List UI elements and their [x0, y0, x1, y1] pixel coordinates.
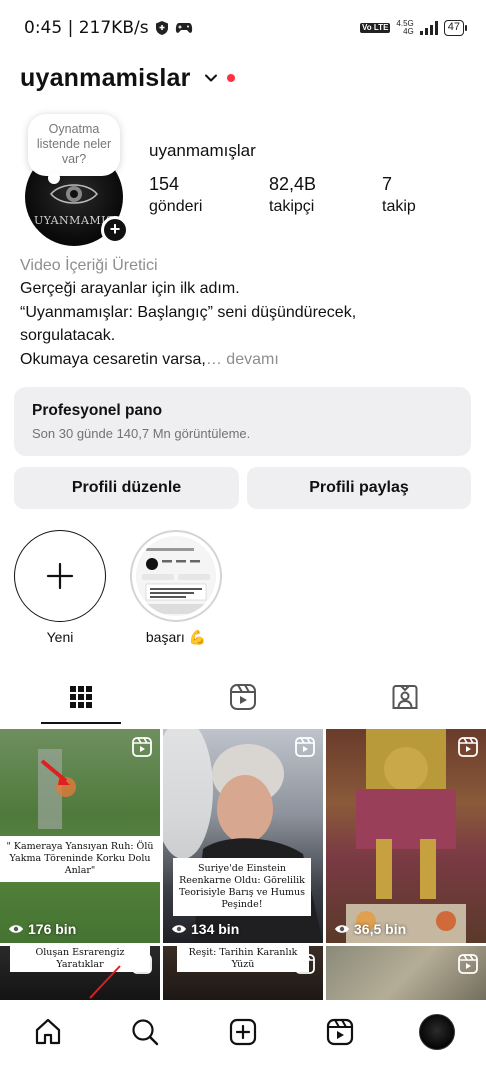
tab-reels[interactable] — [162, 670, 324, 724]
tab-posts-grid[interactable] — [0, 670, 162, 724]
shield-icon — [155, 21, 168, 35]
display-name: uyanmamışlar — [149, 141, 256, 160]
highlight-label: başarı 💪 — [145, 629, 207, 645]
grid-icon — [70, 686, 92, 708]
nav-home[interactable] — [30, 1014, 66, 1050]
edit-profile-button[interactable]: Profili düzenle — [14, 467, 239, 509]
post-thumbnail[interactable]: Suriye'de Einstein Reenkarne Oldu: Görel… — [163, 729, 323, 943]
add-story-icon[interactable]: + — [101, 216, 129, 244]
reels-icon — [132, 737, 152, 757]
chevron-down-icon[interactable] — [203, 70, 219, 86]
post-caption: Suriye'de Einstein Reenkarne Oldu: Görel… — [173, 858, 311, 916]
status-time: 0:45 | 217KB/s — [24, 18, 149, 38]
post-thumbnail[interactable]: Reşit: Tarihin Karanlık Yüzü — [163, 946, 323, 1000]
nav-reels[interactable] — [322, 1014, 358, 1050]
note-bubble[interactable]: Oynatma listende neler var? — [28, 114, 120, 184]
eye-icon — [335, 925, 349, 933]
posts-grid: " Kameraya Yansıyan Ruh: Ölü Yakma Tören… — [0, 729, 486, 1000]
bottom-navigation — [0, 1000, 486, 1062]
profile-bio: Video İçeriği Üretici Gerçeği arayanlar … — [20, 254, 468, 371]
status-bar: 0:45 | 217KB/s Vo LTE 4.5G 4G 47 — [0, 0, 486, 56]
bio-line: Gerçeği arayanlar için ilk adım. — [20, 280, 240, 297]
search-icon — [132, 1019, 159, 1046]
post-thumbnail[interactable]: 36,5 bin — [326, 729, 486, 943]
reels-icon — [295, 737, 315, 757]
stat-posts[interactable]: 154 gönderi — [149, 174, 202, 216]
create-icon — [229, 1018, 257, 1046]
reels-icon — [458, 737, 478, 757]
profile-tabs — [0, 670, 486, 726]
nav-search[interactable] — [127, 1014, 163, 1050]
post-thumbnail[interactable] — [326, 946, 486, 1000]
post-thumbnail[interactable]: " Kameraya Yansıyan Ruh: Ölü Yakma Tören… — [0, 729, 160, 943]
eye-logo-icon — [50, 184, 98, 204]
notification-dot — [226, 74, 235, 82]
tagged-icon — [392, 685, 418, 709]
network-type: 4.5G 4G — [396, 19, 414, 36]
nav-create[interactable] — [225, 1014, 261, 1050]
post-caption: Reşit: Tarihin Karanlık Yüzü — [177, 946, 309, 972]
gamepad-icon — [175, 23, 192, 33]
reels-icon — [326, 1018, 354, 1046]
post-thumbnail[interactable]: Oluşan Esrarengiz Yaratıklar — [0, 946, 160, 1000]
highlight-label: Yeni — [46, 629, 74, 645]
eye-icon — [9, 925, 23, 933]
account-switcher[interactable]: uyanmamislar — [20, 64, 191, 93]
highlight-new[interactable]: Yeni — [13, 530, 107, 645]
battery-indicator: 47 — [443, 20, 468, 36]
profile-stats: 154 gönderi 82,4B takipçi 7 takip — [149, 174, 469, 226]
post-views: 36,5 bin — [334, 921, 406, 937]
share-profile-button[interactable]: Profili paylaş — [247, 467, 471, 509]
highlight-success[interactable]: başarı 💪 — [129, 530, 223, 646]
post-views: 176 bin — [8, 921, 76, 937]
profile-avatar — [419, 1014, 455, 1050]
nav-profile[interactable] — [419, 1014, 455, 1050]
profile-category: Video İçeriği Üretici — [20, 257, 158, 274]
bio-line: “Uyanmamışlar: Başlangıç” seni düşündüre… — [20, 303, 357, 321]
story-thumbnail — [136, 536, 216, 616]
bio-line: Okumaya cesaretin varsa,… devamı — [20, 350, 279, 368]
plus-icon — [46, 562, 73, 589]
dashboard-subtitle: Son 30 günde 140,7 Mn görüntüleme. — [32, 426, 251, 441]
reels-icon — [132, 954, 152, 974]
post-caption: " Kameraya Yansıyan Ruh: Ölü Yakma Tören… — [0, 836, 160, 882]
volte-badge: Vo LTE — [360, 23, 391, 33]
reels-icon — [295, 954, 315, 974]
profile-header: uyanmamislar — [20, 58, 466, 98]
professional-dashboard[interactable]: Profesyonel pano Son 30 günde 140,7 Mn g… — [14, 387, 471, 456]
bio-more-link[interactable]: … devamı — [206, 351, 279, 368]
stat-followers[interactable]: 82,4B takipçi — [269, 174, 316, 216]
post-views: 134 bin — [171, 921, 239, 937]
reels-icon — [458, 954, 478, 974]
reels-icon — [230, 684, 256, 710]
eye-icon — [172, 925, 186, 933]
dashboard-title: Profesyonel pano — [32, 402, 163, 419]
active-tab-indicator — [41, 722, 121, 724]
home-icon — [35, 1018, 61, 1045]
tab-tagged[interactable] — [324, 670, 486, 724]
bio-line: sorgulatacak. — [20, 327, 116, 344]
signal-icon — [419, 21, 438, 35]
stat-following[interactable]: 7 takip — [382, 174, 416, 216]
